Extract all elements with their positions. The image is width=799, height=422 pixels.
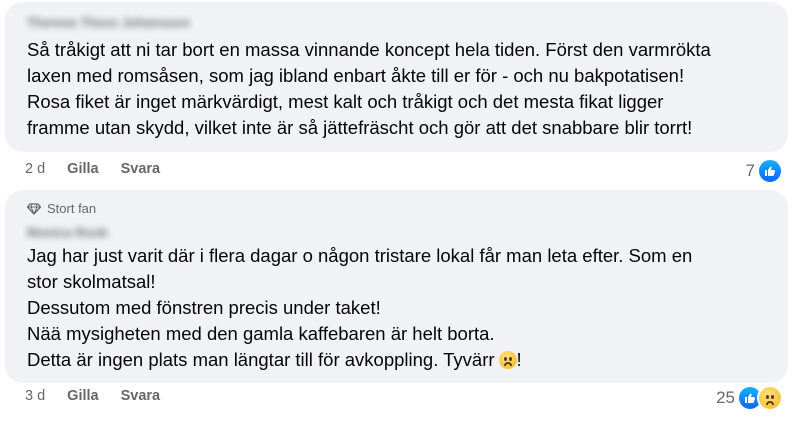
comment-actions: 3 d Gilla Svara [25,388,182,404]
sad-reaction-icon [757,385,783,411]
comment-author[interactable]: Monica Rook [27,225,108,240]
comment-text-end: ! [516,349,522,370]
sad-emoji-icon [498,351,517,369]
comment-age[interactable]: 2 d [25,161,45,177]
comment-actions: 2 d Gilla Svara [25,161,182,177]
comment-bubble: Therese Thess Johansson Så tråkigt att n… [5,2,788,152]
top-fan-badge[interactable]: Stort fan [27,201,96,216]
reaction-summary[interactable]: 7 [746,158,783,184]
reply-button[interactable]: Svara [121,388,161,404]
reaction-count: 25 [716,388,735,407]
like-button[interactable]: Gilla [67,161,98,177]
badge-label: Stort fan [47,201,97,216]
comment-text-body: Jag har just varit där i flera dagar o n… [27,245,693,370]
reaction-summary[interactable]: 25 [716,385,783,411]
comment-text: Jag har just varit där i flera dagar o n… [27,243,774,373]
diamond-icon [27,202,41,215]
like-icon [757,158,783,184]
comment-author[interactable]: Therese Thess Johansson [27,15,190,30]
reply-button[interactable]: Svara [121,161,161,177]
comment-text: Så tråkigt att ni tar bort en massa vinn… [27,39,711,138]
reaction-count: 7 [745,161,755,180]
comment-age[interactable]: 3 d [25,388,45,404]
comment-bubble: Stort fan Monica Rook Jag har just varit… [5,190,788,383]
like-button[interactable]: Gilla [67,388,98,404]
